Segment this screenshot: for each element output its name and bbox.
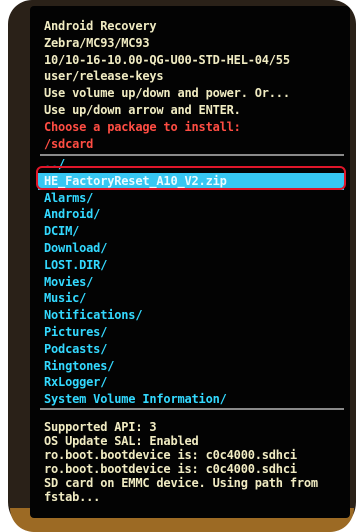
list-item[interactable]: Notifications/: [30, 307, 350, 324]
list-item[interactable]: Ringtones/: [30, 358, 350, 375]
file-list: ../ HE_FactoryReset_A10_V2.zip Alarms/ A…: [30, 156, 350, 408]
header-keys: user/release-keys: [44, 69, 164, 84]
list-item[interactable]: RxLogger/: [30, 374, 350, 391]
list-item[interactable]: DCIM/: [30, 223, 350, 240]
device-frame: Android Recovery Zebra/MC93/MC93 10/10-1…: [8, 0, 356, 532]
selection-highlight-ring: [36, 166, 346, 190]
list-item[interactable]: Android/: [30, 206, 350, 223]
log-line: ro.boot.bootdevice is: c0c4000.sdhci: [44, 462, 297, 476]
header-build: 10/10-16-10.00-QG-U00-STD-HEL-04/55: [44, 52, 290, 67]
list-item[interactable]: Alarms/: [30, 190, 350, 207]
list-item[interactable]: System Volume Information/: [30, 391, 350, 408]
recovery-screen: Android Recovery Zebra/MC93/MC93 10/10-1…: [30, 6, 350, 518]
header-device: Zebra/MC93/MC93: [44, 35, 150, 50]
list-item[interactable]: Pictures/: [30, 324, 350, 341]
list-item[interactable]: Music/: [30, 290, 350, 307]
log-line: ro.boot.bootdevice is: c0c4000.sdhci: [44, 448, 297, 462]
log-line: Supported API: 3: [44, 420, 157, 434]
recovery-log: Supported API: 3 OS Update SAL: Enabled …: [30, 420, 350, 504]
list-item[interactable]: Podcasts/: [30, 341, 350, 358]
recovery-header: Android Recovery Zebra/MC93/MC93 10/10-1…: [30, 18, 350, 152]
log-line: SD card on EMMC device. Using path from: [44, 476, 318, 490]
list-item[interactable]: Movies/: [30, 274, 350, 291]
log-divider: [40, 408, 344, 410]
header-title: Android Recovery: [44, 19, 157, 33]
log-line: fstab...: [44, 490, 101, 504]
photo: Android Recovery Zebra/MC93/MC93 10/10-1…: [0, 0, 361, 532]
header-instruction-2: Use up/down arrow and ENTER.: [44, 102, 241, 117]
current-path: /sdcard: [44, 136, 94, 151]
list-item[interactable]: LOST.DIR/: [30, 257, 350, 274]
list-item[interactable]: Download/: [30, 240, 350, 257]
log-line: OS Update SAL: Enabled: [44, 434, 199, 448]
install-prompt: Choose a package to install:: [44, 119, 241, 134]
header-instruction-1: Use volume up/down and power. Or...: [44, 86, 290, 101]
